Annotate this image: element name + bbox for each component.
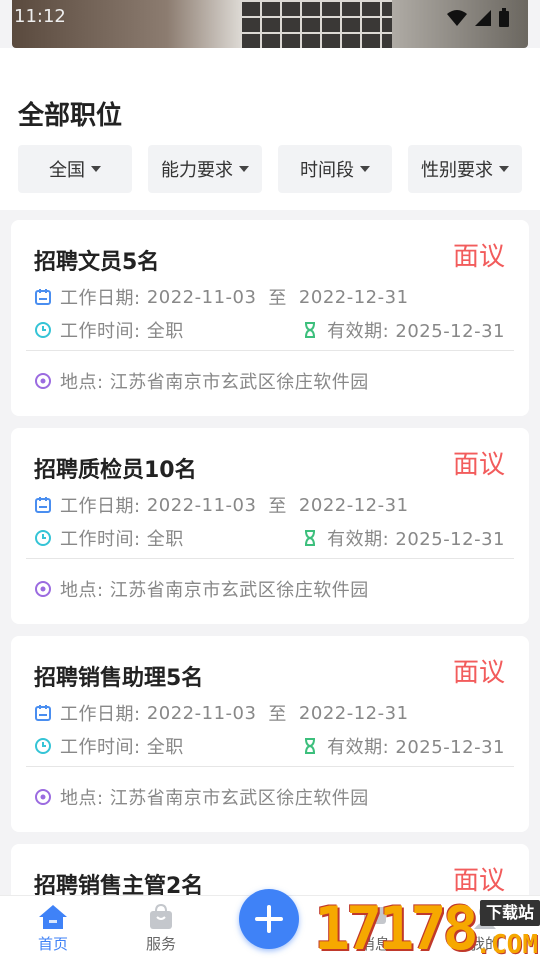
filter-label: 能力要求 bbox=[161, 160, 233, 181]
date-label: 工作日期: bbox=[60, 496, 141, 517]
filter-label: 性别要求 bbox=[421, 160, 493, 181]
location: 地点: 江苏省南京市玄武区徐庄软件园 bbox=[60, 580, 369, 601]
valid-row: 有效期: 2025-12-31 bbox=[301, 733, 505, 759]
signal-icon bbox=[475, 10, 491, 26]
status-time: 11:12 bbox=[14, 6, 66, 27]
location-row: 地点: 江苏省南京市玄武区徐庄软件园 bbox=[34, 784, 369, 810]
tab-label: 首页 bbox=[37, 934, 68, 953]
job-salary: 面议 bbox=[452, 242, 505, 272]
date-end: 2022-12-31 bbox=[298, 702, 409, 724]
work-date-row: 工作日期: 2022-11-03 至 2022-12-31 bbox=[34, 700, 409, 726]
date-start: 2022-11-03 bbox=[146, 494, 257, 516]
filter-label: 时间段 bbox=[300, 160, 354, 181]
location: 地点: 江苏省南京市玄武区徐庄软件园 bbox=[60, 372, 369, 393]
tab-service[interactable]: 服务 bbox=[121, 896, 201, 960]
job-card[interactable]: 招聘销售助理5名 面议 工作日期: 2022-11-03 至 2022-12-31 … bbox=[11, 636, 529, 832]
divider bbox=[26, 558, 514, 559]
calendar-icon bbox=[35, 497, 51, 513]
watermark: 17178 下载站 .COM bbox=[314, 898, 540, 960]
calendar-icon bbox=[35, 705, 51, 721]
location-pin-icon bbox=[35, 581, 51, 597]
divider bbox=[26, 350, 514, 351]
work-time-row: 工作时间: 全职 bbox=[34, 733, 184, 759]
date-label: 工作日期: bbox=[60, 704, 141, 725]
date-label: 工作日期: bbox=[60, 288, 141, 309]
valid-until: 有效期: 2025-12-31 bbox=[327, 321, 505, 342]
watermark-number: 17178 bbox=[314, 894, 479, 960]
location-pin-icon bbox=[35, 373, 51, 389]
hourglass-icon bbox=[305, 530, 316, 546]
job-salary: 面议 bbox=[452, 658, 505, 688]
work-time: 工作时间: 全职 bbox=[60, 737, 184, 758]
caret-down-icon bbox=[499, 166, 509, 172]
location-row: 地点: 江苏省南京市玄武区徐庄软件园 bbox=[34, 576, 369, 602]
filter-ability[interactable]: 能力要求 bbox=[148, 145, 262, 193]
date-start: 2022-11-03 bbox=[146, 702, 257, 724]
caret-down-icon bbox=[239, 166, 249, 172]
battery-icon bbox=[499, 8, 509, 27]
status-icons bbox=[446, 8, 510, 28]
work-date-row: 工作日期: 2022-11-03 至 2022-12-31 bbox=[34, 492, 409, 518]
job-card[interactable]: 招聘质检员10名 面议 工作日期: 2022-11-03 至 2022-12-31 … bbox=[11, 428, 529, 624]
bag-icon bbox=[150, 903, 172, 929]
wifi-icon bbox=[447, 10, 467, 26]
add-button[interactable] bbox=[239, 889, 299, 949]
job-card[interactable]: 招聘文员5名 面议 工作日期: 2022-11-03 至 2022-12-31 工作… bbox=[11, 220, 529, 416]
location: 地点: 江苏省南京市玄武区徐庄软件园 bbox=[60, 788, 369, 809]
job-title: 招聘质检员10名 bbox=[34, 458, 197, 483]
date-to: 至 bbox=[268, 704, 287, 725]
clock-icon bbox=[35, 530, 51, 546]
clock-icon bbox=[35, 322, 51, 338]
work-time: 工作时间: 全职 bbox=[60, 321, 184, 342]
filter-gender[interactable]: 性别要求 bbox=[408, 145, 522, 193]
tab-home[interactable]: 首页 bbox=[13, 896, 93, 960]
hourglass-icon bbox=[305, 322, 316, 338]
valid-row: 有效期: 2025-12-31 bbox=[301, 525, 505, 551]
work-date-row: 工作日期: 2022-11-03 至 2022-12-31 bbox=[34, 284, 409, 310]
tab-label: 服务 bbox=[145, 934, 176, 953]
job-title: 招聘文员5名 bbox=[34, 250, 160, 275]
calendar-icon bbox=[35, 289, 51, 305]
valid-row: 有效期: 2025-12-31 bbox=[301, 317, 505, 343]
job-salary: 面议 bbox=[452, 866, 505, 896]
date-start: 2022-11-03 bbox=[146, 286, 257, 308]
clock-icon bbox=[35, 738, 51, 754]
caret-down-icon bbox=[360, 166, 370, 172]
work-time: 工作时间: 全职 bbox=[60, 529, 184, 550]
date-end: 2022-12-31 bbox=[298, 494, 409, 516]
filter-label: 全国 bbox=[49, 160, 85, 181]
watermark-badge: 下载站 bbox=[479, 900, 540, 926]
work-time-row: 工作时间: 全职 bbox=[34, 317, 184, 343]
job-salary: 面议 bbox=[452, 450, 505, 480]
home-icon bbox=[39, 904, 67, 929]
job-title: 招聘销售助理5名 bbox=[34, 666, 204, 691]
date-to: 至 bbox=[268, 496, 287, 517]
divider bbox=[26, 766, 514, 767]
location-pin-icon bbox=[35, 789, 51, 805]
work-time-row: 工作时间: 全职 bbox=[34, 525, 184, 551]
plus-icon bbox=[255, 905, 283, 933]
filter-bar: 全国 能力要求 时间段 性别要求 bbox=[18, 145, 522, 193]
filter-region[interactable]: 全国 bbox=[18, 145, 132, 193]
valid-until: 有效期: 2025-12-31 bbox=[327, 737, 505, 758]
date-end: 2022-12-31 bbox=[298, 286, 409, 308]
location-row: 地点: 江苏省南京市玄武区徐庄软件园 bbox=[34, 368, 369, 394]
caret-down-icon bbox=[91, 166, 101, 172]
filter-time-period[interactable]: 时间段 bbox=[278, 145, 392, 193]
watermark-suffix: .COM bbox=[475, 930, 538, 960]
date-to: 至 bbox=[268, 288, 287, 309]
hourglass-icon bbox=[305, 738, 316, 754]
page-title: 全部职位 bbox=[18, 101, 123, 131]
valid-until: 有效期: 2025-12-31 bbox=[327, 529, 505, 550]
